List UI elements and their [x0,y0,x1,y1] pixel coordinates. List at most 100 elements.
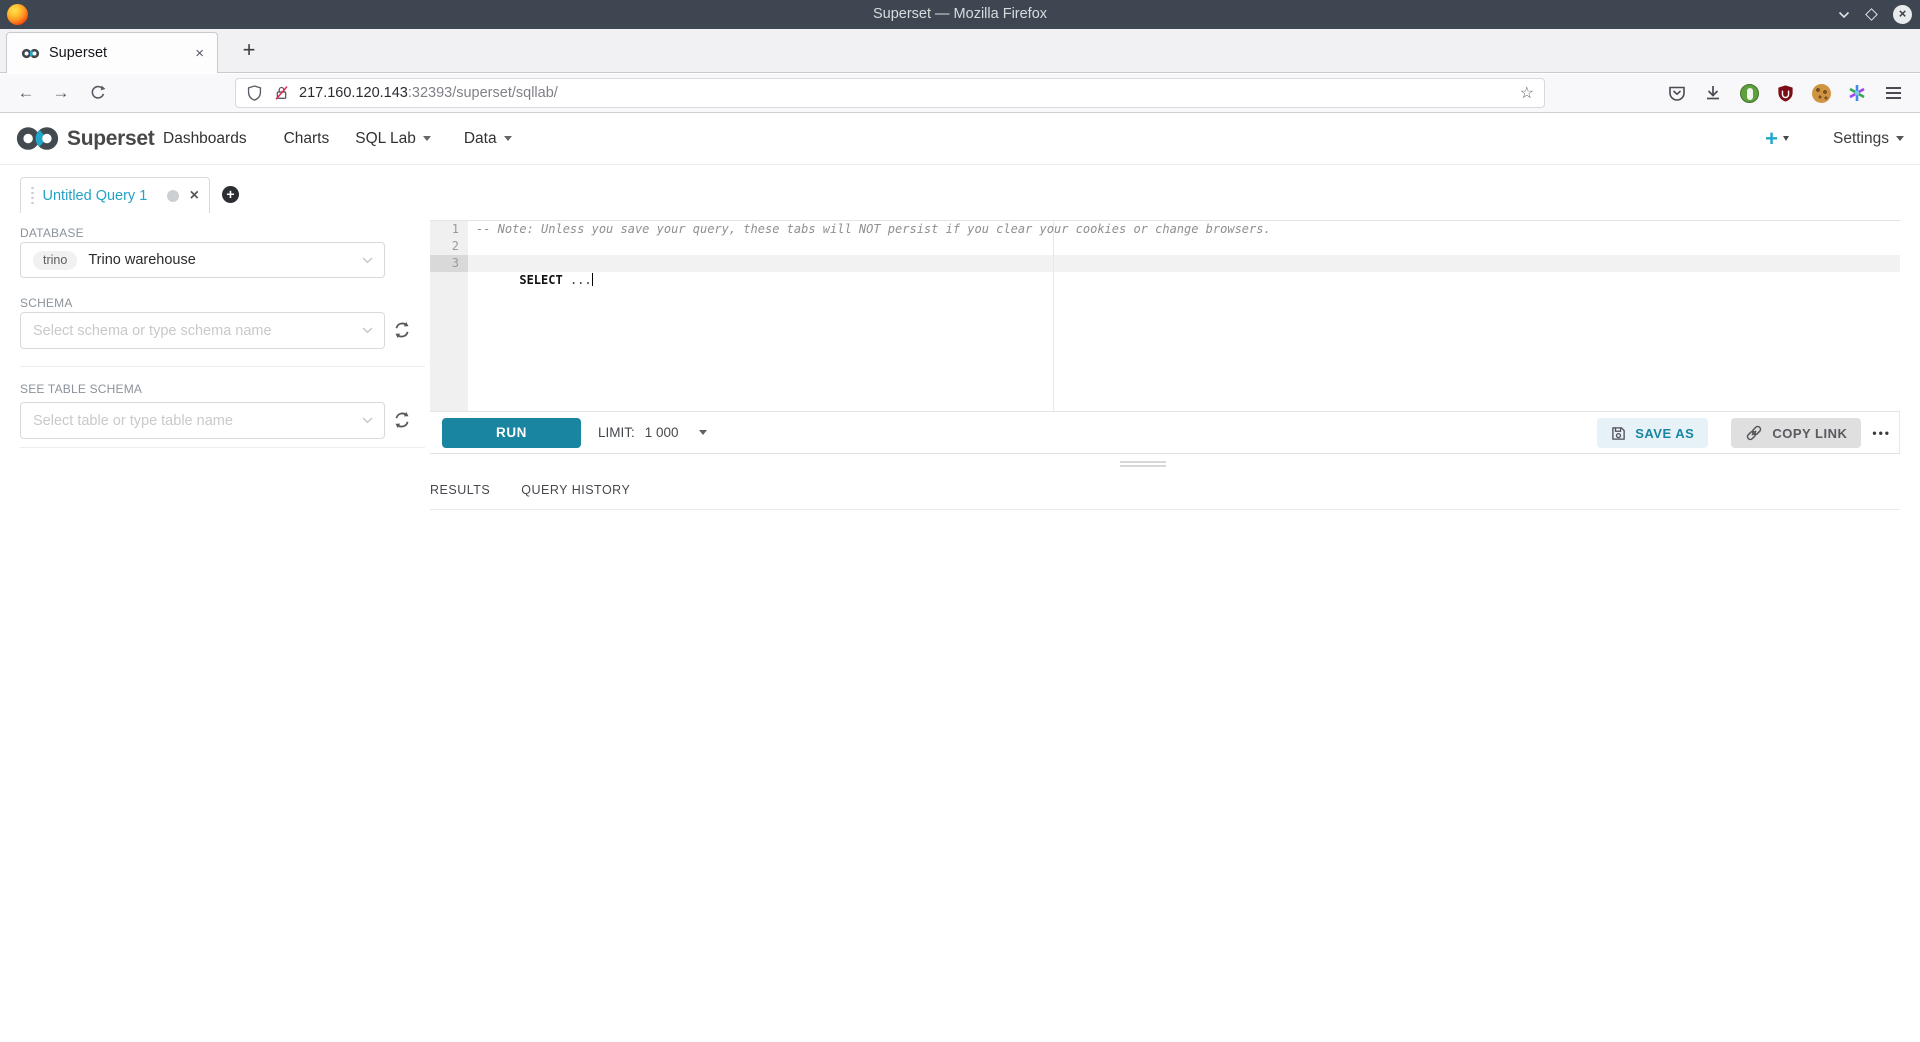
superset-navbar: Superset Dashboards Charts SQL Lab Data … [0,113,1920,165]
settings-label: Settings [1833,130,1889,148]
refresh-icon [392,410,412,430]
database-select[interactable]: trino Trino warehouse [20,242,385,278]
sql-blank-line [468,238,1900,255]
sidebar-divider [20,366,425,367]
browser-tab-close-button[interactable]: × [192,46,207,61]
download-icon[interactable] [1702,82,1724,104]
query-tab-title: Untitled Query 1 [43,188,167,204]
limit-dropdown[interactable]: LIMIT: 1 000 [598,412,707,453]
copy-link-button[interactable]: COPY LINK [1731,418,1861,448]
reload-icon [89,84,106,101]
new-tab-button[interactable]: + [233,35,265,67]
database-type-badge: trino [33,251,77,270]
sql-text: ... [563,273,592,287]
nav-sql-lab[interactable]: SQL Lab [355,130,431,148]
table-select[interactable]: Select table or type table name [20,402,385,439]
brand-name: Superset [67,127,154,151]
nav-dashboards[interactable]: Dashboards [163,130,247,148]
back-button[interactable]: ← [11,74,41,112]
refresh-tables-button[interactable] [392,410,412,430]
copy-link-label: COPY LINK [1772,426,1847,441]
link-icon [1745,424,1763,442]
forward-button[interactable]: → [46,74,76,112]
query-status-dot [167,190,179,202]
chevron-down-icon [699,430,707,435]
browser-tab-title: Superset [49,45,192,61]
ublock-origin-icon[interactable] [1774,82,1796,104]
run-button[interactable]: RUN [442,418,581,448]
window-title: Superset — Mozilla Firefox [0,0,1920,29]
superset-logo-icon [15,126,60,151]
drag-grip-icon[interactable] [31,187,34,205]
editor-gutter: 1 2 [430,221,468,411]
nav-sql-lab-label: SQL Lab [355,130,416,148]
results-divider [430,509,1900,510]
database-value: Trino warehouse [88,252,195,268]
sql-comment: -- Note: Unless you save your query, the… [476,222,1271,236]
save-as-button[interactable]: SAVE AS [1597,418,1708,448]
add-query-tab-button[interactable]: + [222,186,239,203]
save-icon [1611,426,1626,441]
window-maximize-button[interactable] [1865,8,1878,21]
schema-label: SCHEMA [20,296,73,310]
colorful-extension-icon[interactable] [1846,82,1868,104]
window-titlebar: Superset — Mozilla Firefox × [0,0,1920,29]
chevron-down-icon [504,136,512,141]
refresh-icon [392,320,412,340]
schema-placeholder: Select schema or type schema name [33,323,272,339]
browser-toolbar: ← → 217.160.120.143:32393/superset/sqlla… [0,74,1920,113]
bookmark-star-icon[interactable]: ☆ [1520,83,1534,103]
chevron-down-icon [1783,136,1789,141]
pocket-icon[interactable] [1666,82,1688,104]
reload-button[interactable] [82,74,112,112]
chevron-down-icon [362,327,373,334]
browser-tab-strip: Superset × + [0,29,1920,73]
editor-toolbar: RUN LIMIT: 1 000 SAVE AS COPY LINK • [430,412,1900,454]
superset-logo[interactable]: Superset [15,113,154,164]
schema-select[interactable]: Select schema or type schema name [20,312,385,349]
database-label: DATABASE [20,226,84,240]
shield-icon[interactable] [246,84,263,102]
plus-icon: + [1765,129,1778,149]
active-line-gutter: 3 [430,255,468,272]
chevron-down-icon [362,417,373,424]
refresh-schemas-button[interactable] [392,320,412,340]
sidebar-divider [20,447,425,448]
pane-resize-handle[interactable] [1120,461,1166,467]
nav-data[interactable]: Data [464,130,512,148]
tab-query-history[interactable]: QUERY HISTORY [521,483,630,497]
settings-menu[interactable]: Settings [1833,130,1904,148]
line-number: 3 [430,255,468,272]
query-tab-close-button[interactable]: × [190,189,199,203]
save-as-label: SAVE AS [1635,426,1694,441]
superset-favicon [21,48,40,59]
add-new-button[interactable]: + [1765,129,1789,149]
url-path: :32393/superset/sqllab/ [408,85,558,101]
chevron-down-icon [362,257,373,264]
sql-keyword: SELECT [519,273,562,287]
privacy-badger-icon[interactable] [1738,82,1760,104]
cookie-manager-icon[interactable] [1810,82,1832,104]
table-schema-label: SEE TABLE SCHEMA [20,382,142,396]
url-bar[interactable]: 217.160.120.143:32393/superset/sqllab/ ☆ [235,78,1545,108]
tab-results[interactable]: RESULTS [430,483,490,497]
window-chevron-icon[interactable] [1838,11,1850,19]
text-cursor [592,273,594,286]
limit-label: LIMIT: [598,425,635,440]
nav-data-label: Data [464,130,497,148]
nav-charts[interactable]: Charts [284,130,330,148]
chevron-down-icon [423,136,431,141]
line-number: 1 [430,221,468,238]
window-close-button[interactable]: × [1893,5,1912,24]
more-actions-button[interactable]: ••• [1870,426,1893,440]
chevron-down-icon [1896,136,1904,141]
limit-value: 1 000 [645,425,679,440]
lock-insecure-icon[interactable] [273,84,290,102]
url-host: 217.160.120.143 [299,85,408,101]
line-number: 2 [430,238,468,255]
menu-hamburger-icon[interactable] [1882,82,1904,104]
table-placeholder: Select table or type table name [33,413,233,429]
query-tab[interactable]: Untitled Query 1 × [20,177,210,213]
sql-editor[interactable]: 1 2 3 -- Note: Unless you save your quer… [430,220,1900,412]
browser-tab[interactable]: Superset × [6,32,218,73]
